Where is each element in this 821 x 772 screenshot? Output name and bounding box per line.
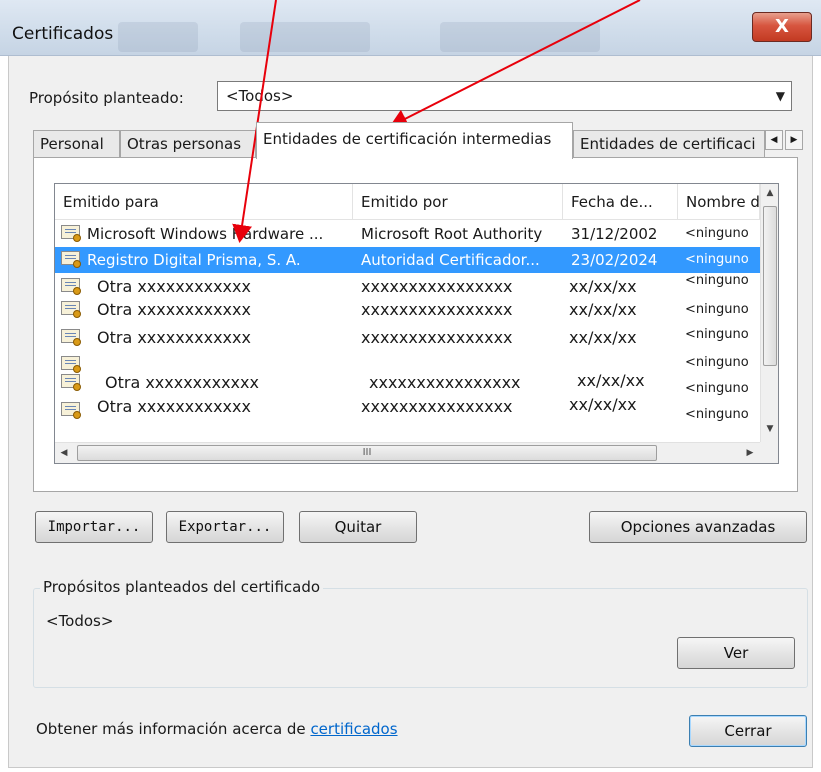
purposes-value: <Todos>: [46, 612, 114, 630]
cell-date: 23/02/2024: [571, 251, 658, 269]
export-button[interactable]: Exportar...: [166, 511, 284, 543]
scroll-up-icon[interactable]: ▲: [761, 184, 778, 202]
table-row[interactable]: Otra xxxxxxxxxxxx xxxxxxxxxxxxxxxx xx/xx…: [55, 392, 760, 422]
table-row[interactable]: Otra xxxxxxxxxxxx xxxxxxxxxxxxxxxx xx/xx…: [55, 364, 760, 396]
certificate-icon: [61, 278, 83, 296]
table-row[interactable]: Microsoft Windows Hardware ... Microsoft…: [55, 221, 760, 247]
cell-name: <ninguno: [685, 302, 749, 317]
scroll-left-icon[interactable]: ◀: [55, 443, 73, 463]
certificates-link[interactable]: certificados: [310, 720, 397, 738]
cell-date: 31/12/2002: [571, 225, 658, 243]
chevron-left-icon[interactable]: ◀: [765, 130, 783, 150]
chevron-right-icon[interactable]: ▶: [785, 130, 803, 150]
footer-text: Obtener más información acerca de: [36, 720, 311, 738]
cell-date: xx/xx/xx: [569, 395, 637, 414]
tab-strip: Personal Otras personas Entidades de cer…: [33, 122, 813, 159]
background-blur: [118, 22, 198, 52]
purpose-label: Propósito planteado:: [29, 89, 184, 107]
purpose-dropdown[interactable]: <Todos> ▼: [217, 81, 792, 111]
certificate-icon: [61, 374, 83, 392]
cell-date: xx/xx/xx: [577, 371, 645, 390]
chevron-down-icon: ▼: [775, 89, 785, 103]
footer-info: Obtener más información acerca de certif…: [36, 720, 398, 738]
cell-issued-by: xxxxxxxxxxxxxxxx: [361, 328, 513, 347]
vertical-scrollbar[interactable]: ▲ ▼: [760, 184, 778, 442]
close-button[interactable]: Cerrar: [689, 715, 807, 747]
cell-name: <ninguno: [685, 407, 749, 422]
close-window-button[interactable]: X: [752, 12, 812, 42]
column-header-issued-by[interactable]: Emitido por: [353, 184, 563, 220]
certificate-icon: [61, 225, 83, 243]
cell-issued-by: xxxxxxxxxxxxxxxx: [361, 300, 513, 319]
group-title: Propósitos planteados del certificado: [40, 578, 324, 596]
certificates-dialog: Propósito planteado: <Todos> ▼ Personal …: [8, 56, 813, 768]
column-header-name[interactable]: Nombre d: [678, 184, 760, 220]
cell-issued-to: Otra xxxxxxxxxxxx: [97, 300, 251, 319]
scroll-down-icon[interactable]: ▼: [761, 420, 778, 438]
certificate-icon: [61, 251, 83, 269]
view-button[interactable]: Ver: [677, 637, 795, 669]
table-row[interactable]: Registro Digital Prisma, S. A. Autoridad…: [55, 247, 760, 273]
cell-issued-by: xxxxxxxxxxxxxxxx: [361, 397, 513, 416]
certificate-list[interactable]: Emitido para Emitido por Fecha de... Nom…: [54, 183, 779, 464]
cell-name: <ninguno: [685, 327, 749, 342]
cell-issued-by: Autoridad Certificador...: [361, 251, 540, 269]
purpose-selected-value: <Todos>: [226, 87, 294, 105]
title-bar: Certificados X: [0, 0, 821, 56]
remove-button[interactable]: Quitar: [299, 511, 417, 543]
list-header: Emitido para Emitido por Fecha de... Nom…: [55, 184, 760, 220]
table-row[interactable]: Otra xxxxxxxxxxxx xxxxxxxxxxxxxxxx xx/xx…: [55, 325, 760, 351]
tab-entidades-raiz[interactable]: Entidades de certificaci: [573, 130, 765, 158]
import-button[interactable]: Importar...: [35, 511, 153, 543]
advanced-options-button[interactable]: Opciones avanzadas: [589, 511, 807, 543]
certificate-icon: [61, 329, 83, 347]
tab-personal[interactable]: Personal: [33, 130, 120, 158]
tab-panel: Emitido para Emitido por Fecha de... Nom…: [33, 157, 798, 492]
cell-name: <ninguno: [685, 273, 749, 288]
horizontal-scroll-thumb[interactable]: III: [77, 445, 657, 461]
scroll-corner: [760, 442, 778, 463]
column-header-date[interactable]: Fecha de...: [563, 184, 678, 220]
tab-entidades-intermedias[interactable]: Entidades de certificación intermedias: [256, 122, 573, 159]
table-row[interactable]: Otra xxxxxxxxxxxx xxxxxxxxxxxxxxxx xx/xx…: [55, 297, 760, 323]
cell-issued-to: Microsoft Windows Hardware ...: [87, 225, 324, 243]
cell-issued-to: Registro Digital Prisma, S. A.: [87, 251, 301, 269]
column-header-issued-to[interactable]: Emitido para: [55, 184, 353, 220]
background-blur: [440, 22, 600, 52]
cell-issued-by: Microsoft Root Authority: [361, 225, 543, 243]
certificate-purposes-group: Propósitos planteados del certificado <T…: [33, 578, 808, 688]
certificate-icon: [61, 301, 83, 319]
window-title: Certificados: [12, 24, 114, 44]
tab-otras-personas[interactable]: Otras personas: [120, 130, 256, 158]
cell-name: <ninguno: [685, 226, 749, 241]
cell-issued-to: Otra xxxxxxxxxxxx: [97, 328, 251, 347]
scroll-right-icon[interactable]: ▶: [741, 443, 759, 463]
background-blur: [240, 22, 370, 52]
cell-date: xx/xx/xx: [569, 328, 637, 347]
horizontal-scrollbar[interactable]: ◀ III ▶: [55, 442, 760, 463]
vertical-scroll-thumb[interactable]: [763, 206, 777, 366]
cell-issued-to: Otra xxxxxxxxxxxx: [97, 397, 251, 416]
certificate-icon: [61, 402, 83, 420]
cell-date: xx/xx/xx: [569, 300, 637, 319]
